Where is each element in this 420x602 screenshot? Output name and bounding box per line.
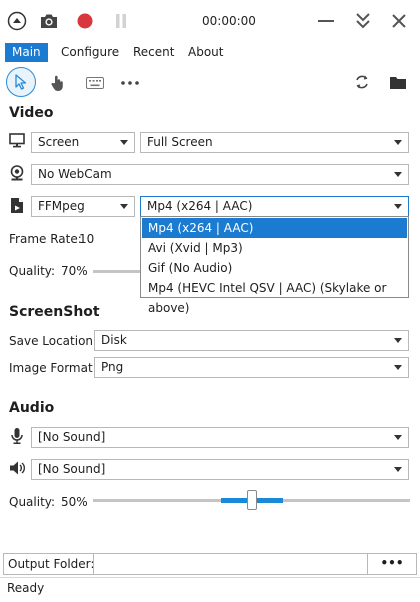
collapse-up-icon[interactable] [6, 10, 28, 32]
chevron-down-icon [394, 467, 402, 472]
speaker-value: [No Sound] [38, 462, 106, 476]
audio-section-title: Audio [9, 400, 55, 416]
video-format-select[interactable]: Mp4 (x264 | AAC) [140, 196, 409, 217]
chevron-down-icon [120, 204, 128, 209]
minimize-to-tray-icon[interactable] [352, 10, 374, 32]
screenshot-section-title: ScreenShot [9, 304, 100, 320]
save-location-value: Disk [101, 333, 127, 347]
speaker-icon [9, 460, 27, 479]
video-format-value: Mp4 (x264 | AAC) [147, 199, 253, 213]
chevron-down-icon [120, 140, 128, 145]
format-option[interactable]: Gif (No Audio) [142, 258, 407, 278]
pause-icon[interactable] [110, 10, 132, 32]
format-option[interactable]: Avi (Xvid | Mp3) [142, 238, 407, 258]
webcam-icon [9, 165, 25, 185]
frame-rate-label: Frame Rate: [9, 232, 82, 246]
microphone-icon [10, 427, 24, 448]
frame-rate-value[interactable]: 10 [79, 232, 94, 246]
webcam-select[interactable]: No WebCam [31, 164, 409, 185]
recording-timer: 00:00:00 [202, 14, 256, 28]
video-source-value: Screen [38, 135, 80, 149]
browse-folder-button[interactable]: ••• [368, 554, 416, 574]
more-tools-icon[interactable] [118, 72, 142, 94]
chevron-down-icon [394, 172, 402, 177]
keyboard-icon[interactable] [84, 72, 106, 94]
chevron-down-icon [394, 365, 402, 370]
pointer-tool-button[interactable] [6, 67, 36, 97]
close-icon[interactable] [388, 10, 410, 32]
title-bar: 00:00:00 [0, 0, 420, 42]
slider-thumb[interactable] [246, 490, 257, 510]
output-folder-row: Output Folder: ••• [3, 553, 417, 575]
status-divider [0, 577, 420, 578]
format-option[interactable]: Mp4 (HEVC Intel QSV | AAC) (Skylake or a… [142, 278, 407, 315]
tab-configure[interactable]: Configure [54, 43, 126, 62]
status-text: Ready [7, 581, 45, 595]
tab-recent[interactable]: Recent [126, 43, 181, 62]
audio-quality-slider[interactable] [93, 489, 410, 511]
video-writer-value: FFMpeg [38, 199, 85, 213]
video-format-dropdown: Mp4 (x264 | AAC) Avi (Xvid | Mp3) Gif (N… [140, 216, 409, 315]
hand-click-icon[interactable] [47, 72, 69, 94]
video-section-title: Video [9, 105, 54, 121]
format-option[interactable]: Mp4 (x264 | AAC) [142, 218, 407, 238]
tab-about[interactable]: About [181, 43, 230, 62]
image-format-value: Png [101, 360, 124, 374]
video-quality-value: 70% [61, 264, 88, 278]
image-format-label: Image Format: [9, 361, 97, 375]
chevron-down-icon [394, 140, 402, 145]
audio-quality-value: 50% [61, 495, 88, 509]
webcam-value: No WebCam [38, 167, 112, 181]
chevron-down-icon [394, 338, 402, 343]
camera-icon[interactable] [38, 10, 60, 32]
video-quality-label: Quality: [9, 264, 56, 278]
folder-icon[interactable] [386, 71, 410, 93]
video-quality-slider[interactable] [93, 270, 140, 273]
microphone-value: [No Sound] [38, 430, 106, 444]
chevron-down-icon [394, 204, 402, 209]
screen-region-select[interactable]: Full Screen [140, 132, 409, 153]
screen-region-value: Full Screen [147, 135, 213, 149]
output-folder-label: Output Folder: [8, 557, 95, 571]
image-format-select[interactable]: Png [94, 357, 409, 378]
refresh-icon[interactable] [351, 71, 373, 93]
save-location-select[interactable]: Disk [94, 330, 409, 351]
output-folder-input[interactable] [94, 554, 367, 574]
video-writer-select[interactable]: FFMpeg [31, 196, 135, 217]
tab-main[interactable]: Main [5, 43, 48, 62]
monitor-icon [9, 133, 25, 151]
chevron-down-icon [394, 435, 402, 440]
microphone-select[interactable]: [No Sound] [31, 427, 409, 448]
save-location-label: Save Location: [9, 334, 98, 348]
speaker-select[interactable]: [No Sound] [31, 459, 409, 480]
record-button[interactable] [74, 10, 96, 32]
minimize-button[interactable] [315, 10, 337, 32]
audio-quality-label: Quality: [9, 495, 56, 509]
video-source-select[interactable]: Screen [31, 132, 135, 153]
video-file-icon [10, 197, 24, 217]
